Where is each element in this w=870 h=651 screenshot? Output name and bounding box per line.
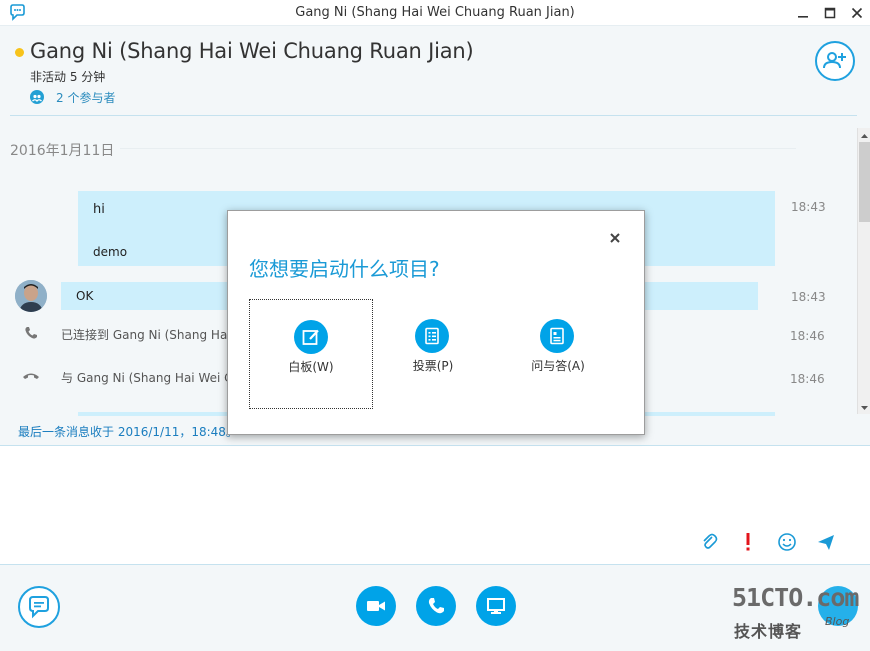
whiteboard-icon — [294, 320, 328, 354]
contact-status: 非活动 5 分钟 — [30, 70, 106, 84]
watermark: 51CTO.com 技术博客 Blog — [732, 583, 862, 643]
system-message: 与 Gang Ni (Shang Hai Wei C — [61, 371, 233, 385]
phone-icon — [428, 598, 444, 614]
whiteboard-option[interactable]: 白板(W) — [249, 299, 373, 409]
video-camera-icon — [367, 601, 385, 611]
message-text: demo — [93, 245, 128, 259]
presence-away-icon — [15, 48, 24, 57]
im-button[interactable] — [18, 586, 60, 628]
conversation-window: Gang Ni (Shang Hai Wei Chuang Ruan Jian)… — [0, 0, 870, 651]
phone-icon — [23, 325, 39, 341]
participants-icon — [30, 90, 44, 104]
message-text: hi — [93, 202, 105, 217]
message-time: 18:46 — [790, 329, 825, 343]
add-people-button[interactable] — [815, 41, 855, 81]
scroll-down-button[interactable] — [858, 400, 870, 414]
poll-option[interactable]: 投票(P) — [371, 299, 495, 409]
chat-scrollbar[interactable] — [857, 128, 870, 414]
attach-file-icon[interactable] — [698, 531, 720, 553]
emoticon-icon[interactable] — [776, 531, 798, 553]
dialog-title: 您想要启动什么项目? — [249, 257, 440, 281]
message-time: 18:43 — [791, 290, 826, 304]
message-text: OK — [76, 289, 94, 303]
qa-option[interactable]: 问与答(A) — [496, 299, 620, 409]
watermark-blog: Blog — [825, 615, 850, 628]
title-bar: Gang Ni (Shang Hai Wei Chuang Ruan Jian) — [0, 0, 870, 26]
message-time: 18:43 — [791, 200, 826, 214]
add-person-icon — [823, 52, 846, 69]
watermark-subtitle: 技术博客 — [734, 622, 803, 641]
watermark-site: 51CTO.com — [732, 583, 859, 612]
date-divider — [120, 148, 796, 149]
qa-icon — [540, 319, 574, 353]
system-message: 已连接到 Gang Ni (Shang Hai — [61, 328, 231, 342]
scroll-thumb[interactable] — [859, 142, 870, 222]
close-window-button[interactable] — [844, 2, 870, 24]
option-label: 白板(W) — [288, 360, 334, 374]
start-item-dialog: 您想要启动什么项目? 白板(W) 投票(P) 问与答(A) — [227, 210, 645, 435]
minimize-button[interactable] — [790, 2, 816, 24]
poll-icon — [415, 319, 449, 353]
chat-bubble-icon — [29, 596, 49, 619]
send-icon[interactable] — [815, 531, 837, 553]
message-time: 18:46 — [790, 372, 825, 386]
maximize-button[interactable] — [817, 2, 843, 24]
date-separator: 2016年1月11日 — [10, 143, 115, 159]
option-label: 问与答(A) — [531, 359, 585, 373]
scroll-up-button[interactable] — [858, 128, 870, 142]
audio-call-button[interactable] — [416, 586, 456, 626]
close-icon[interactable] — [608, 230, 622, 244]
last-message-notice: 最后一条消息收于 2016/1/11，18:48。 — [18, 425, 238, 439]
importance-icon[interactable] — [737, 531, 759, 553]
window-title: Gang Ni (Shang Hai Wei Chuang Ruan Jian) — [295, 5, 575, 20]
monitor-icon — [487, 598, 505, 614]
present-button[interactable] — [476, 586, 516, 626]
hangup-icon — [22, 368, 39, 384]
participants-count: 2 个参与者 — [56, 91, 116, 105]
video-call-button[interactable] — [356, 586, 396, 626]
option-label: 投票(P) — [412, 359, 454, 373]
contact-avatar[interactable] — [15, 280, 47, 312]
contact-name[interactable]: Gang Ni (Shang Hai Wei Chuang Ruan Jian) — [30, 39, 474, 63]
